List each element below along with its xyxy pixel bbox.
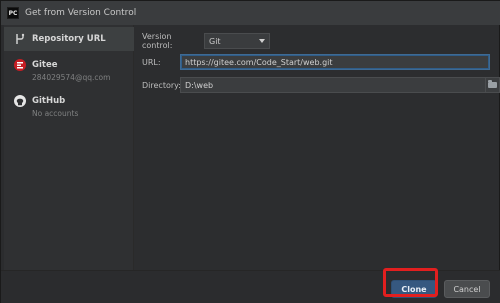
dialog-footer: Clone Cancel bbox=[1, 270, 500, 303]
sidebar: Repository URL Gitee 284029574@qq.com Gi… bbox=[4, 25, 134, 270]
sidebar-item-repository-url[interactable]: Repository URL bbox=[4, 27, 134, 51]
sidebar-item-label: GitHub bbox=[32, 96, 66, 106]
directory-label: Directory: bbox=[142, 80, 181, 90]
url-row: URL: https://gitee.com/Code_Start/web.gi… bbox=[142, 54, 490, 70]
pycharm-app-icon: PC bbox=[7, 7, 19, 19]
vcs-label: Version control: bbox=[142, 32, 173, 50]
directory-row: Directory: D:\web bbox=[142, 77, 500, 93]
form-panel: Version control: Git URL: https://gitee.… bbox=[134, 25, 500, 270]
clone-button[interactable]: Clone bbox=[391, 280, 437, 298]
vcs-row: Version control: Git bbox=[142, 32, 270, 50]
folder-icon bbox=[488, 80, 497, 88]
title-bar: PC Get from Version Control bbox=[1, 1, 500, 25]
sidebar-item-gitee[interactable]: Gitee 284029574@qq.com bbox=[4, 53, 134, 82]
gitee-account-email: 284029574@qq.com bbox=[32, 73, 111, 82]
sidebar-item-label: Repository URL bbox=[32, 34, 106, 44]
vcs-select-value: Git bbox=[209, 36, 221, 46]
browse-folder-button[interactable] bbox=[486, 77, 500, 93]
directory-field: D:\web bbox=[180, 77, 500, 93]
github-account-status: No accounts bbox=[32, 109, 79, 118]
window-title: Get from Version Control bbox=[25, 8, 137, 18]
directory-input[interactable]: D:\web bbox=[180, 77, 486, 93]
vcs-select[interactable]: Git bbox=[204, 33, 270, 49]
url-input[interactable]: https://gitee.com/Code_Start/web.git bbox=[180, 54, 490, 70]
github-logo-icon bbox=[14, 95, 26, 107]
url-label: URL: bbox=[142, 57, 161, 67]
sidebar-item-github[interactable]: GitHub No accounts bbox=[4, 89, 134, 118]
chevron-down-icon bbox=[259, 39, 265, 43]
sidebar-item-label: Gitee bbox=[32, 60, 58, 70]
gitee-logo-icon bbox=[14, 59, 26, 71]
cancel-button[interactable]: Cancel bbox=[444, 280, 490, 298]
get-from-vcs-dialog: PC Get from Version Control Repository U… bbox=[0, 0, 500, 303]
repository-url-icon bbox=[14, 33, 26, 45]
